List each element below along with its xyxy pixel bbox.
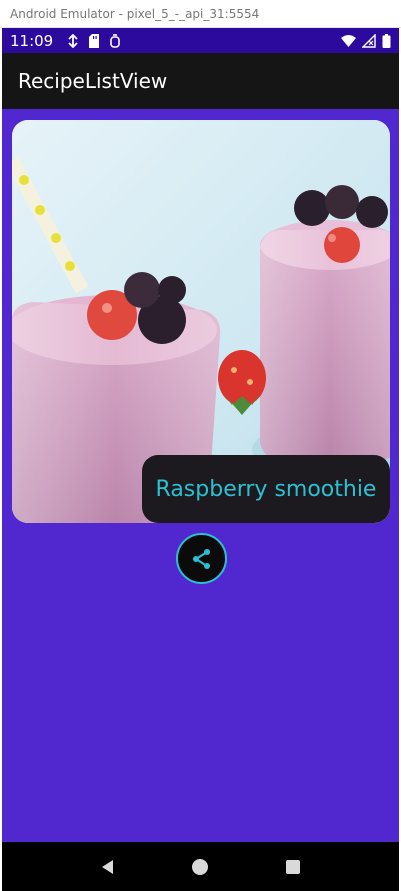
status-icons-left (67, 33, 121, 48)
status-icons-right (341, 33, 391, 48)
wifi-icon (341, 34, 356, 47)
back-button[interactable] (96, 855, 120, 879)
app-bar-title: RecipeListView (18, 69, 168, 93)
sd-card-icon (89, 33, 100, 48)
home-icon (192, 858, 209, 875)
share-button[interactable] (176, 533, 227, 584)
debug-icon (110, 33, 121, 48)
home-button[interactable] (188, 855, 212, 879)
recents-button[interactable] (281, 855, 305, 879)
data-saver-icon (68, 33, 78, 48)
emulator-window-titlebar: Android Emulator - pixel_5_-_api_31:5554 (0, 0, 401, 28)
emulator-window-title: Android Emulator - pixel_5_-_api_31:5554 (10, 6, 260, 21)
share-icon (192, 548, 210, 569)
recents-icon (285, 859, 300, 874)
signal-icon (362, 33, 376, 48)
status-time: 11:09 (10, 31, 54, 50)
app-bar: RecipeListView (2, 53, 399, 109)
device-screen: 11:09 RecipeListView Raspberry smoothie (2, 28, 399, 891)
recipe-name-overlay[interactable]: Raspberry smoothie (142, 455, 390, 523)
status-bar: 11:09 (2, 28, 399, 53)
recipe-name-label: Raspberry smoothie (155, 476, 377, 502)
navigation-bar (2, 842, 399, 891)
battery-icon (382, 33, 391, 48)
back-icon (102, 859, 114, 874)
